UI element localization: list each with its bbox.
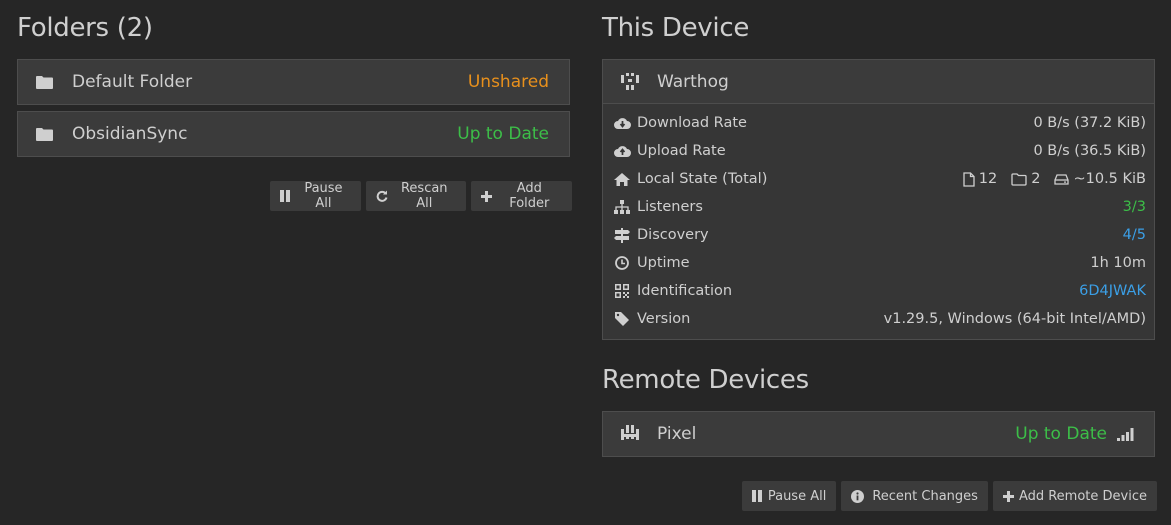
signpost-icon	[613, 227, 631, 243]
pause-all-devices-button[interactable]: Pause All	[741, 481, 837, 511]
sitemap-icon	[613, 199, 631, 215]
folder-status: Unshared	[467, 72, 549, 92]
folder-header[interactable]: ObsidianSync Up to Date	[18, 112, 569, 156]
folder-outline-icon	[1011, 172, 1027, 186]
tag-icon	[613, 311, 631, 327]
row-label: Listeners	[637, 199, 703, 215]
button-label: Rescan All	[400, 181, 448, 211]
row-label: Download Rate	[637, 115, 747, 131]
plus-icon	[1002, 490, 1014, 502]
row-uptime: Uptime 1h 10m	[603, 249, 1154, 277]
device-identicon	[621, 72, 639, 91]
folder-icon	[36, 73, 54, 91]
row-label: Upload Rate	[637, 143, 726, 159]
device-id-link[interactable]: 6D4JWAK	[1079, 283, 1146, 299]
folder-name: Default Folder	[72, 72, 193, 92]
device-header[interactable]: Pixel Up to Date	[603, 412, 1154, 456]
remote-device-actions: Pause All Recent Changes Add Remote Devi…	[741, 481, 1157, 511]
qrcode-icon	[613, 283, 631, 299]
cloud-upload-icon	[613, 143, 631, 159]
device-header[interactable]: Warthog	[603, 60, 1154, 104]
folder-icon	[36, 125, 54, 143]
download-rate-value: 0 B/s (37.2 KiB)	[1033, 115, 1146, 131]
this-device-panel: Warthog Download Rate 0 B/s (37.2 KiB) U…	[602, 59, 1155, 340]
folder-count: 2	[1031, 171, 1041, 187]
info-icon	[851, 489, 865, 503]
row-version: Version v1.29.5, Windows (64-bit Intel/A…	[603, 305, 1154, 333]
folders-heading: Folders (2)	[17, 13, 153, 43]
local-state-value: 12 2 ~10.5 KiB	[963, 171, 1146, 187]
device-status: Up to Date	[1015, 424, 1107, 444]
remote-devices-heading: Remote Devices	[602, 365, 809, 395]
device-identicon	[621, 425, 639, 443]
rescan-all-button[interactable]: Rescan All	[365, 181, 466, 211]
this-device-heading: This Device	[602, 13, 750, 43]
button-label: Add Folder	[509, 181, 550, 211]
button-label: Recent Changes	[872, 488, 978, 504]
hdd-icon	[1054, 173, 1070, 185]
row-identification: Identification 6D4JWAK	[603, 277, 1154, 305]
file-count: 12	[978, 171, 998, 187]
row-listeners: Listeners 3/3	[603, 193, 1154, 221]
add-remote-device-button[interactable]: Add Remote Device	[992, 481, 1157, 511]
pause-all-folders-button[interactable]: Pause All	[270, 181, 361, 211]
row-label: Uptime	[637, 255, 690, 271]
recent-changes-button[interactable]: Recent Changes	[841, 481, 988, 511]
cloud-download-icon	[613, 115, 631, 131]
row-upload-rate: Upload Rate 0 B/s (36.5 KiB)	[603, 137, 1154, 165]
signal-icon	[1117, 427, 1134, 441]
folder-header[interactable]: Default Folder Unshared	[18, 60, 569, 104]
upload-rate-value: 0 B/s (36.5 KiB)	[1033, 143, 1146, 159]
refresh-icon	[376, 190, 388, 202]
row-local-state: Local State (Total) 12 2 ~10.5 KiB	[603, 165, 1154, 193]
listeners-value: 3/3	[1122, 199, 1146, 215]
add-folder-button[interactable]: Add Folder	[470, 181, 572, 211]
button-label: Pause All	[304, 181, 343, 211]
folder-actions: Pause All Rescan All Add Folder	[270, 181, 572, 211]
button-label: Add Remote Device	[1018, 488, 1147, 504]
folder-panel-obsidiansync[interactable]: ObsidianSync Up to Date	[17, 111, 570, 157]
row-discovery: Discovery 4/5	[603, 221, 1154, 249]
remote-device-panel-pixel[interactable]: Pixel Up to Date	[602, 411, 1155, 457]
device-name: Warthog	[657, 71, 729, 92]
version-value: v1.29.5, Windows (64-bit Intel/AMD)	[883, 311, 1146, 327]
storage-size: ~10.5 KiB	[1073, 171, 1146, 187]
row-label: Identification	[637, 283, 733, 299]
discovery-value[interactable]: 4/5	[1123, 227, 1146, 243]
button-label: Pause All	[767, 488, 827, 504]
folder-panel-default[interactable]: Default Folder Unshared	[17, 59, 570, 105]
pause-icon	[751, 490, 763, 502]
row-download-rate: Download Rate 0 B/s (37.2 KiB)	[603, 109, 1154, 137]
home-icon	[613, 171, 631, 187]
folder-name: ObsidianSync	[72, 124, 188, 144]
uptime-value: 1h 10m	[1090, 255, 1146, 271]
device-info-table: Download Rate 0 B/s (37.2 KiB) Upload Ra…	[603, 104, 1154, 333]
clock-icon	[613, 255, 631, 271]
folder-status: Up to Date	[457, 124, 549, 144]
file-icon	[963, 171, 975, 187]
pause-icon	[280, 190, 291, 202]
row-label: Local State (Total)	[637, 171, 768, 187]
plus-icon	[480, 190, 492, 202]
row-label: Version	[637, 311, 691, 327]
device-name: Pixel	[657, 424, 697, 444]
row-label: Discovery	[637, 227, 709, 243]
